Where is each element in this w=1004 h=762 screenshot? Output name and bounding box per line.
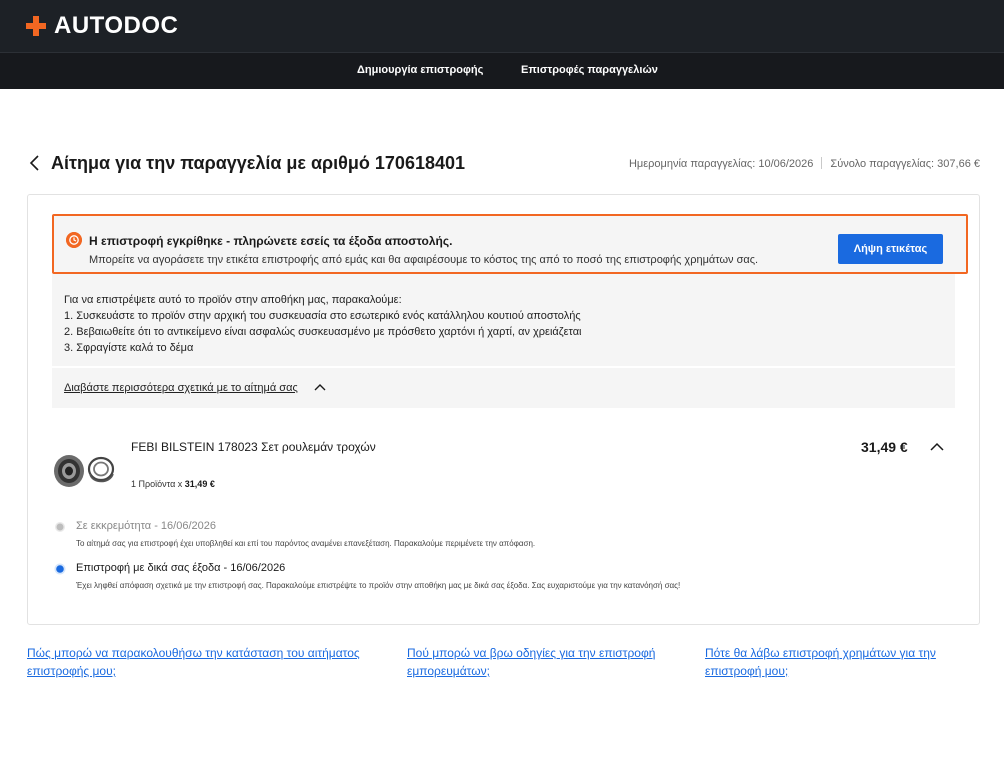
logo-text: AUTODOC — [54, 12, 179, 39]
instructions-divider — [52, 366, 955, 368]
chevron-up-icon[interactable] — [314, 382, 326, 392]
order-meta: Ημερομηνία παραγγελίας: 10/06/2026 Σύνολο… — [629, 157, 980, 170]
collapse-chevron-up-icon[interactable] — [930, 441, 944, 453]
title-row: Αίτημα για την παραγγελία με αριθμό 1706… — [28, 150, 980, 178]
product-name[interactable]: FEBI BILSTEIN 178023 Σετ ρουλεμάν τροχών — [131, 438, 391, 457]
status-description: Το αίτημά σας για επιστροφή έχει υποβληθ… — [76, 539, 536, 548]
return-instructions: Για να επιστρέψετε αυτό το προϊόν στην α… — [52, 274, 955, 408]
status-dot-active-icon — [54, 563, 66, 575]
unit-price: 31,49 € — [184, 479, 215, 489]
faq-link-return-instructions[interactable]: Πού μπορώ να βρω οδηγίες για την επιστρο… — [407, 644, 687, 680]
instructions-text: Για να επιστρέψετε αυτό το προϊόν στην α… — [64, 292, 582, 356]
order-total: Σύνολο παραγγελίας: 307,66 € — [830, 158, 980, 170]
meta-divider — [821, 157, 823, 169]
alert-title: Η επιστροφή εγκρίθηκε - πληρώνετε εσείς … — [89, 234, 453, 248]
autodoc-logo[interactable]: AUTODOC — [26, 12, 178, 40]
product-price: 31,49 € — [861, 439, 908, 455]
clock-alert-icon — [66, 232, 82, 248]
wheel-bearing-kit-image — [54, 455, 115, 487]
quantity-prefix: 1 Προϊόντα x — [131, 479, 183, 489]
nav-create-return[interactable]: Δημιουργία επιστροφής — [357, 64, 483, 76]
instructions-intro: Για να επιστρέψετε αυτό το προϊόν στην α… — [64, 294, 402, 306]
approval-alert: Η επιστροφή εγκρίθηκε - πληρώνετε εσείς … — [52, 214, 968, 274]
nav-order-returns[interactable]: Επιστροφές παραγγελιών — [521, 64, 658, 76]
instruction-step: 1. Συσκευάστε το προϊόν στην αρχική του … — [64, 310, 581, 322]
read-more-link[interactable]: Διαβάστε περισσότερα σχετικά με το αίτημ… — [64, 382, 298, 394]
get-label-button[interactable]: Λήψη ετικέτας — [838, 234, 943, 264]
product-quantity: 1 Προϊόντα x 31,49 € — [131, 479, 215, 489]
status-dot-icon — [55, 522, 65, 532]
instruction-step: 2. Βεβαιωθείτε ότι το αντικείμενο είναι … — [64, 326, 582, 338]
order-date: Ημερομηνία παραγγελίας: 10/06/2026 — [628, 158, 814, 170]
status-description: Έχει ληφθεί απόφαση σχετικά με την επιστ… — [76, 581, 681, 590]
page-title: Αίτημα για την παραγγελία με αριθμό 1706… — [51, 153, 466, 173]
back-chevron-icon[interactable] — [28, 154, 44, 172]
faq-link-refund-timing[interactable]: Πότε θα λάβω επιστροφή χρημάτων για την … — [705, 644, 975, 680]
status-title: Επιστροφή με δικά σας έξοδα - 16/06/2026 — [76, 562, 286, 574]
plus-logo-icon — [26, 16, 46, 36]
status-title: Σε εκκρεμότητα - 16/06/2026 — [76, 520, 216, 532]
top-bar: AUTODOC — [0, 0, 1004, 52]
faq-link-track-status[interactable]: Πώς μπορώ να παρακολουθήσω την κατάσταση… — [27, 644, 397, 680]
alert-subtitle: Μπορείτε να αγοράσετε την ετικέτα επιστρ… — [89, 254, 759, 266]
instruction-step: 3. Σφραγίστε καλά το δέμα — [64, 342, 194, 354]
secondary-nav: Δημιουργία επιστροφής Επιστροφές παραγγε… — [0, 52, 1004, 89]
